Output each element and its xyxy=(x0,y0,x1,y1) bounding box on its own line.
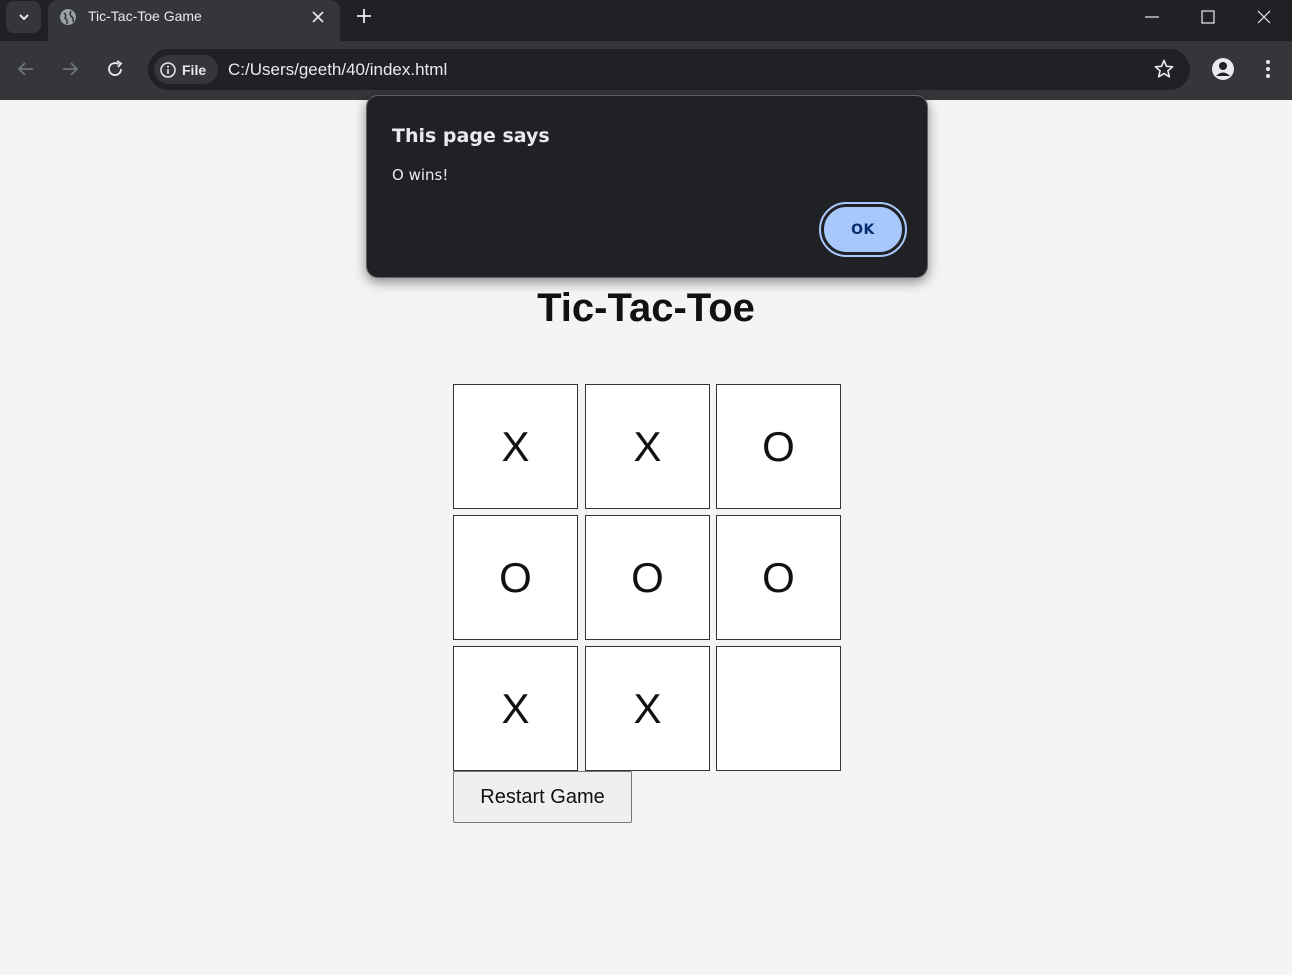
maximize-icon xyxy=(1201,9,1215,24)
tab-title: Tic-Tac-Toe Game xyxy=(88,8,202,24)
dialog-title: This page says xyxy=(392,125,550,147)
account-icon xyxy=(1212,58,1234,80)
more-vert-icon xyxy=(1266,60,1270,78)
board-cell-8[interactable]: X xyxy=(585,646,710,771)
star-icon xyxy=(1154,59,1174,78)
dialog-message: O wins! xyxy=(392,166,449,184)
reload-icon xyxy=(108,60,123,76)
board-cell-9[interactable] xyxy=(716,646,841,771)
globe-icon xyxy=(59,8,77,26)
minimize-icon xyxy=(1145,15,1159,18)
profile-button[interactable] xyxy=(1207,53,1239,85)
maximize-button[interactable] xyxy=(1180,0,1236,33)
browser-toolbar: File C:/Users/geeth/40/index.html xyxy=(0,41,1292,100)
address-bar[interactable]: File C:/Users/geeth/40/index.html xyxy=(148,49,1190,90)
info-icon xyxy=(160,61,176,78)
board-cell-6[interactable]: O xyxy=(716,515,841,640)
site-info-chip[interactable]: File xyxy=(154,55,218,84)
plus-icon xyxy=(357,9,371,23)
game-board: X X O O O O X X xyxy=(453,384,841,771)
reload-button[interactable] xyxy=(99,53,131,85)
alert-dialog: This page says O wins! OK xyxy=(366,95,928,278)
board-cell-2[interactable]: X xyxy=(585,384,710,509)
arrow-left-icon xyxy=(17,62,33,76)
minimize-button[interactable] xyxy=(1124,0,1180,33)
page-title: Tic-Tac-Toe xyxy=(537,286,755,330)
board-cell-7[interactable]: X xyxy=(453,646,578,771)
browser-tab[interactable]: Tic-Tac-Toe Game xyxy=(48,0,340,41)
new-tab-button[interactable] xyxy=(351,3,377,29)
close-window-button[interactable] xyxy=(1236,0,1292,33)
tab-search-button[interactable] xyxy=(6,1,41,33)
bookmark-button[interactable] xyxy=(1152,57,1176,81)
browser-menu-button[interactable] xyxy=(1254,53,1282,85)
arrow-right-icon xyxy=(63,62,79,76)
back-button[interactable] xyxy=(10,53,42,85)
chip-label: File xyxy=(182,61,207,78)
close-tab-icon[interactable] xyxy=(306,5,330,29)
url-text: C:/Users/geeth/40/index.html xyxy=(228,60,448,79)
forward-button[interactable] xyxy=(54,53,86,85)
board-cell-3[interactable]: O xyxy=(716,384,841,509)
board-cell-1[interactable]: X xyxy=(453,384,578,509)
browser-tabstrip: Tic-Tac-Toe Game xyxy=(0,0,1292,41)
ok-button[interactable]: OK xyxy=(819,202,907,257)
chevron-down-icon xyxy=(18,14,29,21)
close-icon xyxy=(1257,10,1271,23)
board-cell-4[interactable]: O xyxy=(453,515,578,640)
board-cell-5[interactable]: O xyxy=(585,515,710,640)
restart-game-button[interactable]: Restart Game xyxy=(453,771,632,823)
